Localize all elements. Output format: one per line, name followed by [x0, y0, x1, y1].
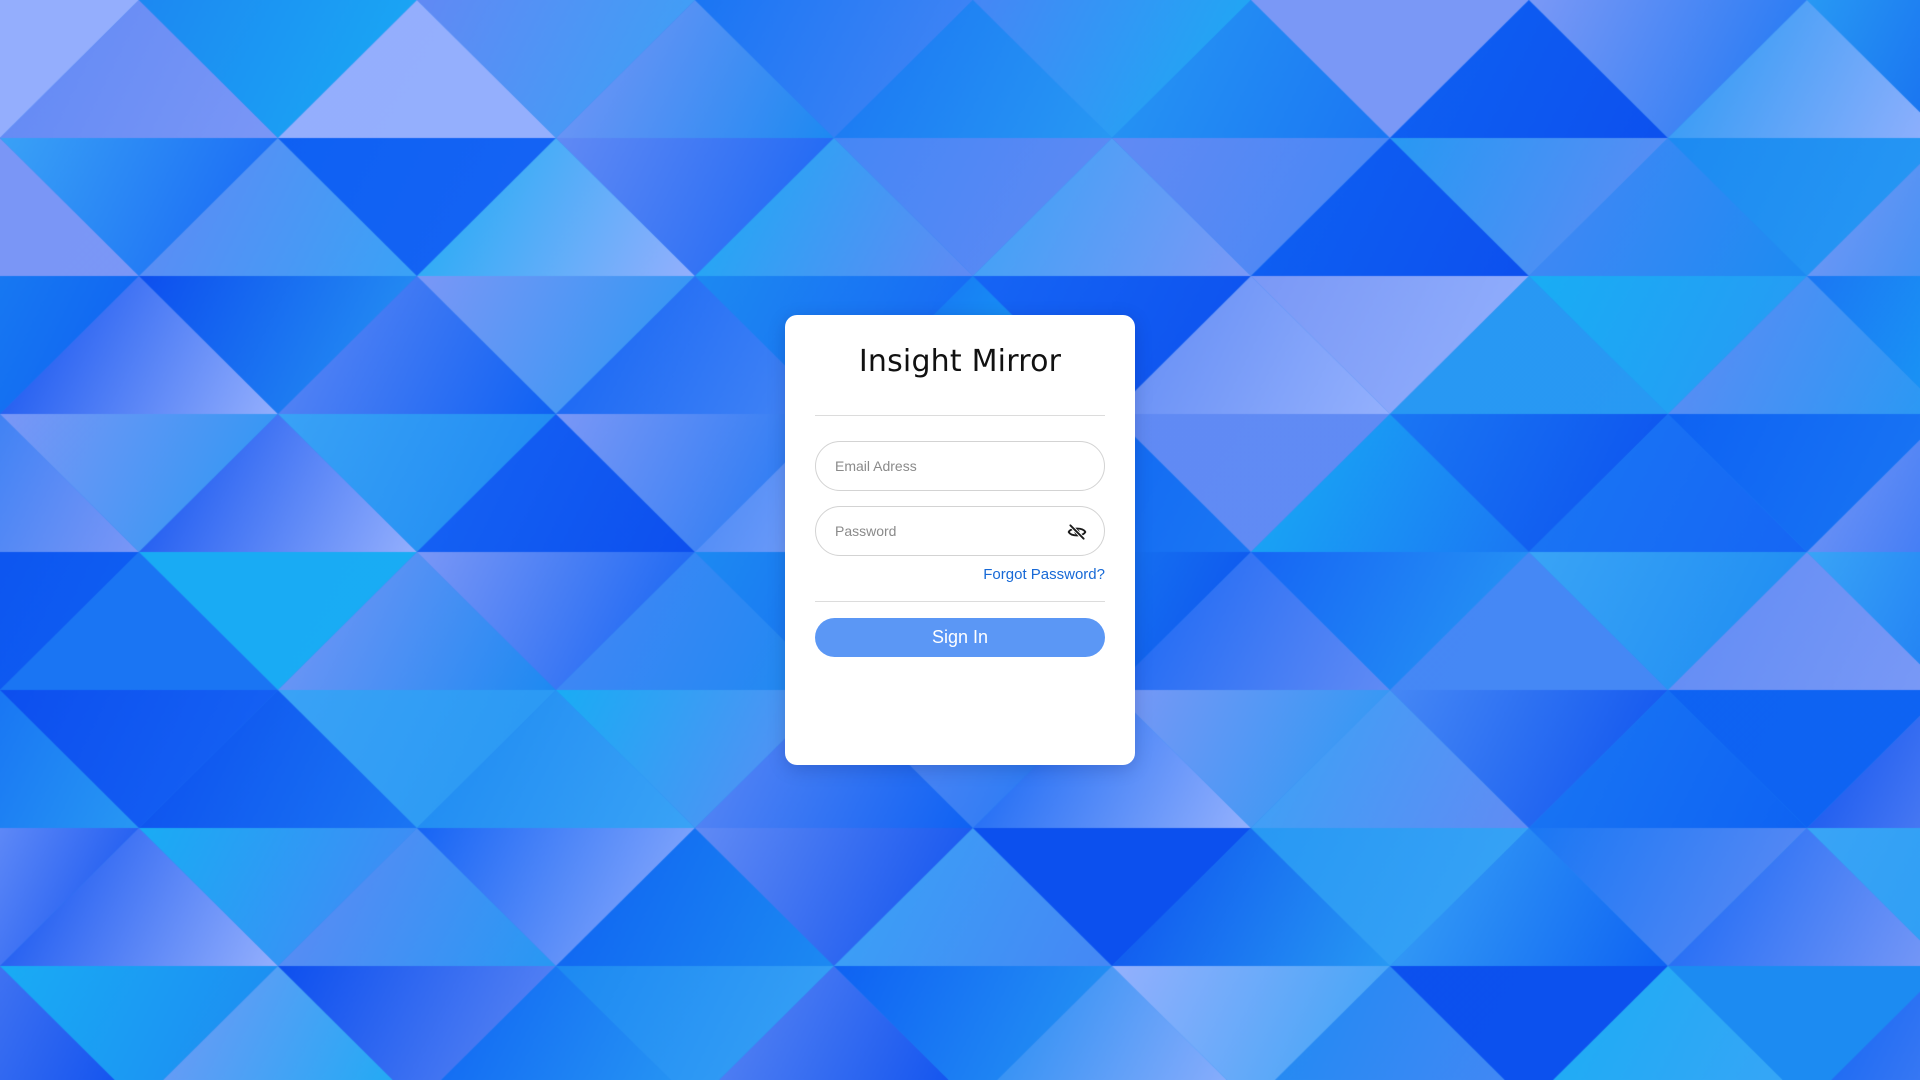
form-divider	[815, 601, 1105, 602]
email-input[interactable]	[835, 442, 1065, 490]
login-card: Insight Mirror Forgot Password? Sign In	[785, 315, 1135, 765]
title-divider	[815, 415, 1105, 416]
app-title: Insight Mirror	[858, 344, 1062, 379]
password-input[interactable]	[835, 507, 1065, 555]
email-field[interactable]	[815, 441, 1105, 491]
password-field[interactable]	[815, 506, 1105, 556]
eye-off-icon[interactable]	[1067, 522, 1087, 542]
sign-in-button[interactable]: Sign In	[815, 618, 1105, 657]
forgot-password-link[interactable]: Forgot Password?	[983, 566, 1105, 583]
